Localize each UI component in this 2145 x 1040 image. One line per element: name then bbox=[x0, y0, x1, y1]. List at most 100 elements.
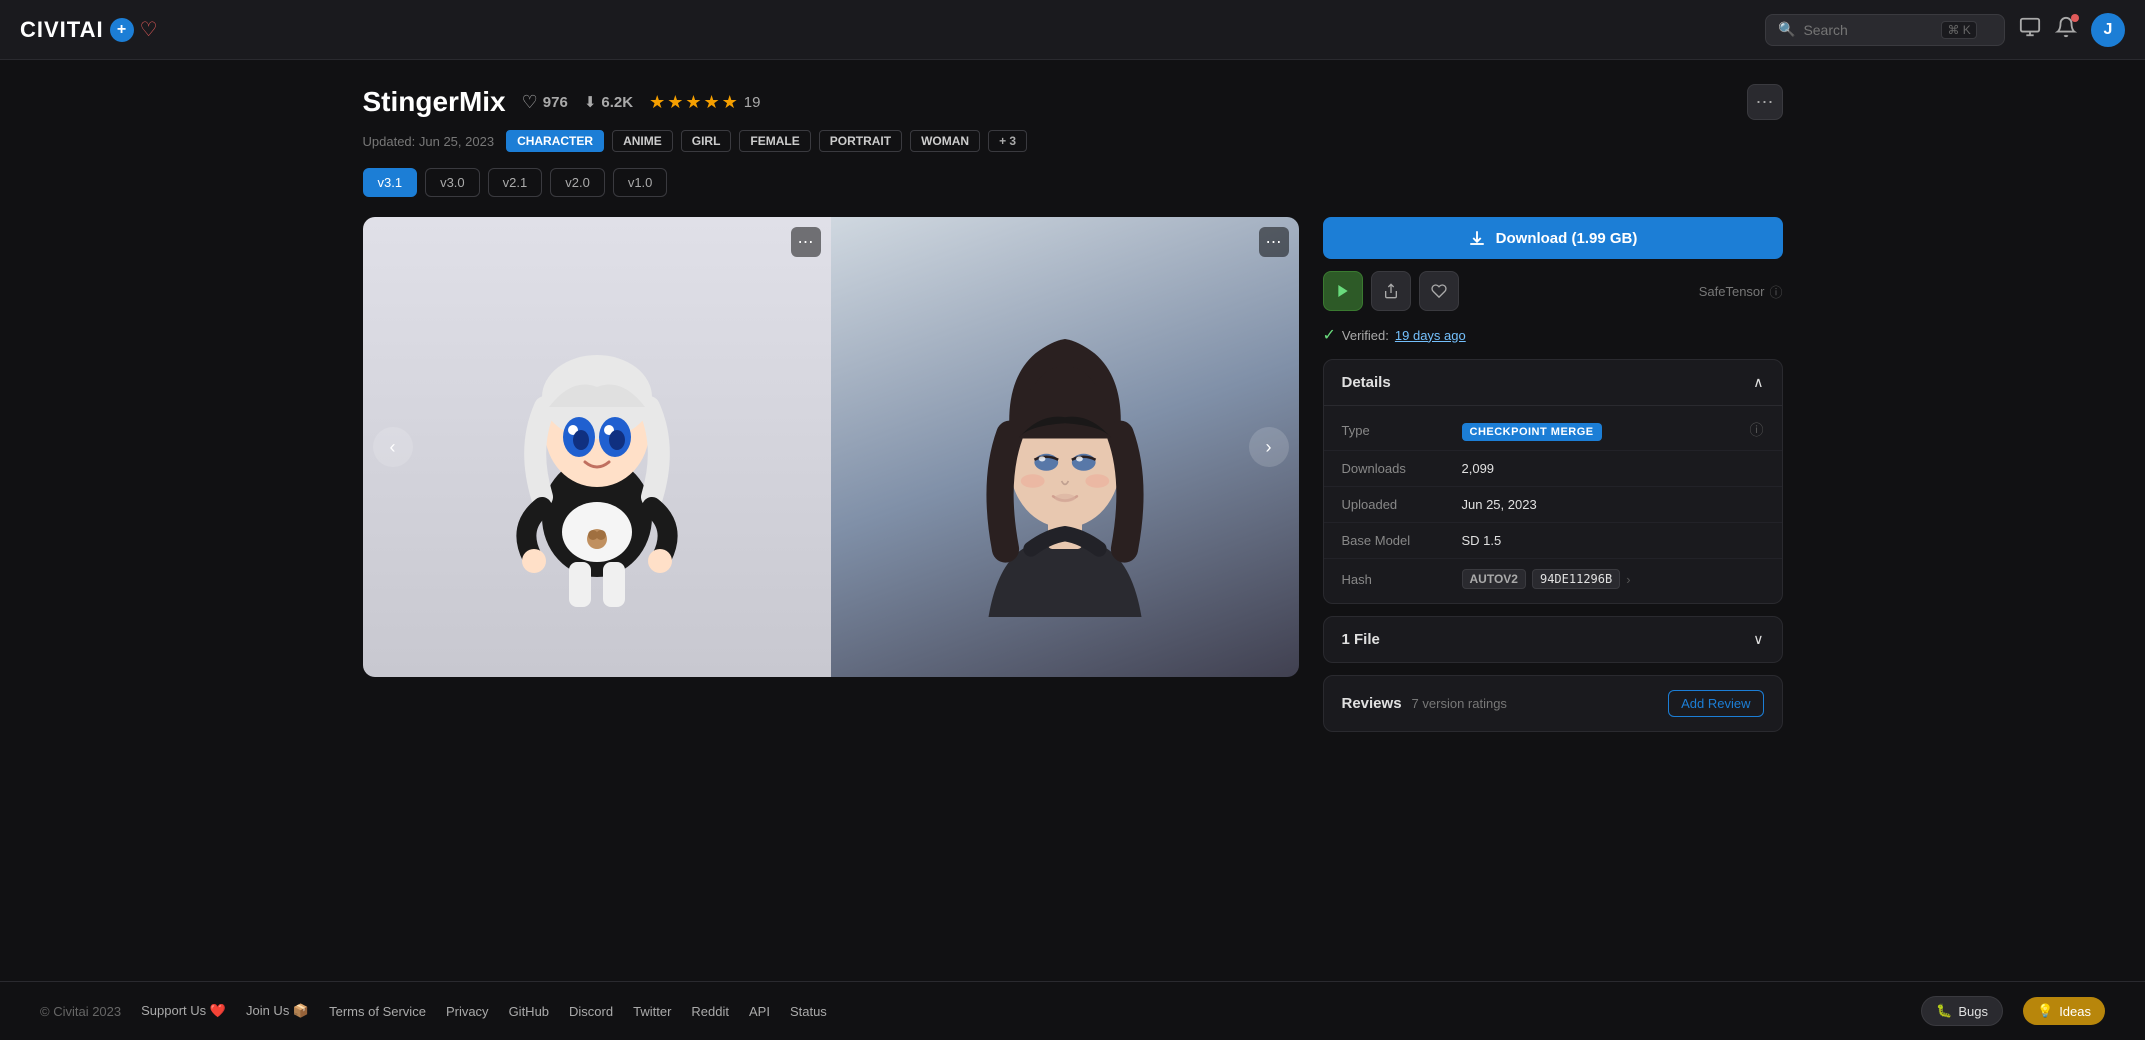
share-button[interactable] bbox=[1371, 271, 1411, 311]
version-tab-v20[interactable]: v2.0 bbox=[550, 168, 605, 197]
logo-heart-icon[interactable]: ♡ bbox=[140, 17, 158, 42]
download-count: 6.2K bbox=[601, 94, 633, 111]
download-button[interactable]: Download (1.99 GB) bbox=[1323, 217, 1783, 259]
notification-icon[interactable] bbox=[2055, 16, 2077, 43]
favorite-button[interactable] bbox=[1419, 271, 1459, 311]
gallery-image-chibi[interactable]: ⋯ bbox=[363, 217, 831, 677]
uploaded-label: Uploaded bbox=[1342, 497, 1462, 512]
hash-tag: AUTOV2 bbox=[1462, 569, 1526, 589]
logo-plus-button[interactable]: + bbox=[110, 18, 134, 42]
footer-link-terms[interactable]: Terms of Service bbox=[329, 1004, 426, 1019]
star-1: ★ bbox=[649, 92, 665, 113]
detail-row-type: Type CHECKPOINT MERGE ⓘ bbox=[1324, 410, 1782, 451]
hash-code[interactable]: 94DE11296B bbox=[1532, 569, 1620, 589]
files-card-header[interactable]: 1 File ∨ bbox=[1324, 617, 1782, 662]
gallery-chibi-options[interactable]: ⋯ bbox=[791, 227, 821, 257]
more-options-button[interactable]: ⋯ bbox=[1747, 84, 1783, 120]
search-input[interactable] bbox=[1803, 22, 1933, 38]
reviews-section-title: Reviews bbox=[1342, 695, 1402, 712]
files-section-title: 1 File bbox=[1342, 631, 1380, 648]
tag-anime[interactable]: ANIME bbox=[612, 130, 673, 152]
monitor-icon[interactable] bbox=[2019, 16, 2041, 43]
footer-link-support[interactable]: Support Us ❤️ bbox=[141, 1003, 226, 1019]
footer: © Civitai 2023 Support Us ❤️ Join Us 📦 T… bbox=[0, 981, 2145, 1040]
verified-text: Verified: bbox=[1342, 328, 1389, 343]
gallery-next-button[interactable]: › bbox=[1249, 427, 1289, 467]
bugs-button[interactable]: 🐛 Bugs bbox=[1921, 996, 2003, 1026]
verified-row: ✓ Verified: 19 days ago bbox=[1323, 325, 1783, 345]
tag-character[interactable]: CHARACTER bbox=[506, 130, 604, 152]
footer-link-api[interactable]: API bbox=[749, 1004, 770, 1019]
heart-icon[interactable]: ♡ bbox=[522, 92, 538, 113]
safe-tensor-label: SafeTensor ⓘ bbox=[1699, 282, 1783, 301]
version-tab-v21[interactable]: v2.1 bbox=[488, 168, 543, 197]
details-section-title: Details bbox=[1342, 374, 1391, 391]
gallery-portrait-options[interactable]: ⋯ bbox=[1259, 227, 1289, 257]
notification-badge bbox=[2071, 14, 2079, 22]
details-card-header[interactable]: Details ∧ bbox=[1324, 360, 1782, 406]
content-layout: ⋯ bbox=[363, 217, 1783, 732]
verified-icon: ✓ bbox=[1323, 325, 1336, 345]
safe-tensor-info-icon[interactable]: ⓘ bbox=[1769, 282, 1782, 301]
type-info-icon[interactable]: ⓘ bbox=[1750, 420, 1764, 440]
hash-label: Hash bbox=[1342, 572, 1462, 587]
header-left: CIVITAI + ♡ bbox=[20, 17, 158, 43]
download-section: ⬇ 6.2K bbox=[584, 93, 633, 111]
footer-copyright: © Civitai 2023 bbox=[40, 1004, 121, 1019]
type-value: CHECKPOINT MERGE bbox=[1462, 423, 1750, 438]
reviews-card-header[interactable]: Reviews 7 version ratings Add Review bbox=[1324, 676, 1782, 731]
gallery-images: ⋯ bbox=[363, 217, 1299, 677]
footer-link-join[interactable]: Join Us 📦 bbox=[246, 1003, 309, 1019]
add-review-button[interactable]: Add Review bbox=[1668, 690, 1763, 717]
tags-row: Updated: Jun 25, 2023 CHARACTER ANIME GI… bbox=[363, 130, 1783, 152]
version-tab-v10[interactable]: v1.0 bbox=[613, 168, 668, 197]
logo[interactable]: CIVITAI + ♡ bbox=[20, 17, 158, 43]
star-3: ★ bbox=[685, 92, 701, 113]
reviews-subtitle: 7 version ratings bbox=[1412, 696, 1507, 711]
files-card: 1 File ∨ bbox=[1323, 616, 1783, 663]
version-tab-v31[interactable]: v3.1 bbox=[363, 168, 418, 197]
footer-link-reddit[interactable]: Reddit bbox=[691, 1004, 729, 1019]
header: CIVITAI + ♡ 🔍 ⌘ K J bbox=[0, 0, 2145, 60]
run-button[interactable] bbox=[1323, 271, 1363, 311]
tag-portrait[interactable]: PORTRAIT bbox=[819, 130, 902, 152]
header-right: 🔍 ⌘ K J bbox=[1765, 13, 2125, 47]
footer-link-discord[interactable]: Discord bbox=[569, 1004, 613, 1019]
tag-female[interactable]: FEMALE bbox=[739, 130, 810, 152]
footer-link-github[interactable]: GitHub bbox=[509, 1004, 549, 1019]
tag-woman[interactable]: WOMAN bbox=[910, 130, 980, 152]
detail-row-base-model: Base Model SD 1.5 bbox=[1324, 523, 1782, 559]
uploaded-value: Jun 25, 2023 bbox=[1462, 497, 1764, 512]
footer-link-status[interactable]: Status bbox=[790, 1004, 827, 1019]
page-title: StingerMix bbox=[363, 86, 506, 118]
hash-value: AUTOV2 94DE11296B › bbox=[1462, 569, 1764, 589]
checkpoint-merge-badge: CHECKPOINT MERGE bbox=[1462, 423, 1602, 441]
detail-row-downloads: Downloads 2,099 bbox=[1324, 451, 1782, 487]
type-label: Type bbox=[1342, 423, 1462, 438]
logo-text: CIVITAI bbox=[20, 17, 104, 43]
files-expand-icon: ∨ bbox=[1753, 631, 1763, 648]
detail-row-hash: Hash AUTOV2 94DE11296B › bbox=[1324, 559, 1782, 599]
title-row: StingerMix ♡ 976 ⬇ 6.2K ★ ★ ★ ★ ★ 19 ⋯ bbox=[363, 84, 1783, 120]
search-icon: 🔍 bbox=[1778, 21, 1795, 38]
gallery-image-portrait[interactable]: ⋯ bbox=[831, 217, 1299, 677]
footer-link-twitter[interactable]: Twitter bbox=[633, 1004, 671, 1019]
footer-link-privacy[interactable]: Privacy bbox=[446, 1004, 489, 1019]
base-model-label: Base Model bbox=[1342, 533, 1462, 548]
action-row: SafeTensor ⓘ bbox=[1323, 271, 1783, 311]
updated-text: Updated: Jun 25, 2023 bbox=[363, 134, 495, 149]
tag-more[interactable]: + 3 bbox=[988, 130, 1027, 152]
details-panel: Download (1.99 GB) SafeT bbox=[1323, 217, 1783, 732]
like-count: 976 bbox=[543, 94, 568, 111]
hash-arrow-icon[interactable]: › bbox=[1626, 572, 1630, 587]
tag-girl[interactable]: GIRL bbox=[681, 130, 732, 152]
gallery-prev-button[interactable]: ‹ bbox=[373, 427, 413, 467]
version-tab-v30[interactable]: v3.0 bbox=[425, 168, 480, 197]
ideas-button[interactable]: 💡 Ideas bbox=[2023, 997, 2105, 1025]
star-2: ★ bbox=[667, 92, 683, 113]
avatar[interactable]: J bbox=[2091, 13, 2125, 47]
details-collapse-icon: ∧ bbox=[1753, 374, 1763, 391]
search-bar[interactable]: 🔍 ⌘ K bbox=[1765, 14, 2005, 46]
verified-link[interactable]: 19 days ago bbox=[1395, 328, 1466, 343]
main-content: StingerMix ♡ 976 ⬇ 6.2K ★ ★ ★ ★ ★ 19 ⋯ U… bbox=[323, 60, 1823, 981]
